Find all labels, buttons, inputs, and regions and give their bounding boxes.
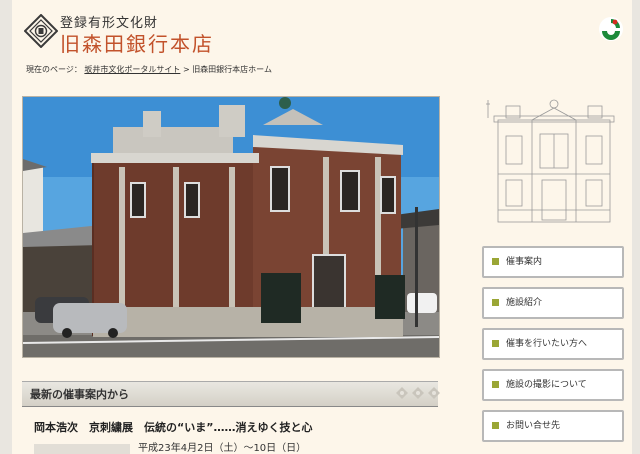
nav-item-label: 催事を行いたい方へ <box>506 339 588 349</box>
nav-item-contact[interactable]: お問い合せ先 <box>482 410 624 442</box>
building-sketch <box>486 99 615 223</box>
breadcrumb-separator: > <box>182 65 190 74</box>
event-thumbnail[interactable] <box>34 444 130 454</box>
logo-diamond-icon[interactable] <box>24 14 58 48</box>
nav-item-label: 催事案内 <box>506 257 543 267</box>
section-title: 最新の催事案内から <box>30 388 129 401</box>
nav-bullet-icon <box>492 258 499 265</box>
event-date: 平成23年4月2日（土）〜10日（日） <box>138 443 307 454</box>
nav-bullet-icon <box>492 299 499 306</box>
header: 登録有形文化財 旧森田銀行本店 <box>12 0 632 60</box>
nav-item-facility[interactable]: 施設紹介 <box>482 287 624 319</box>
nav-item-label: 施設の撮影について <box>506 380 587 390</box>
diamond-ornament-icon <box>412 387 424 399</box>
event-title[interactable]: 岡本浩次 京刺繍展 伝統の“いま”……消えゆく技と心 <box>34 419 312 435</box>
diamond-ornament-icon <box>428 387 440 399</box>
diamond-ornament-icon <box>396 387 408 399</box>
nav-item-host-event[interactable]: 催事を行いたい方へ <box>482 328 624 360</box>
side-navigation: 催事案内 施設紹介 催事を行いたい方へ 施設の撮影について お問い合せ先 <box>482 246 624 451</box>
nav-item-photography[interactable]: 施設の撮影について <box>482 369 624 401</box>
breadcrumb-portal-link[interactable]: 坂井市文化ポータルサイト <box>84 65 180 74</box>
city-emblem-icon[interactable] <box>598 16 624 42</box>
nav-item-label: お問い合せ先 <box>506 421 561 431</box>
nav-bullet-icon <box>492 340 499 347</box>
nav-item-label: 施設紹介 <box>506 298 543 308</box>
breadcrumb: 現在のページ： 坂井市文化ポータルサイト > 旧森田銀行本店ホーム <box>26 64 272 75</box>
section-header: 最新の催事案内から <box>22 381 440 407</box>
nav-item-events[interactable]: 催事案内 <box>482 246 624 278</box>
nav-bullet-icon <box>492 381 499 388</box>
building-photo <box>22 96 440 358</box>
breadcrumb-current-label: 現在のページ： <box>26 65 82 74</box>
nav-bullet-icon <box>492 422 499 429</box>
site-title[interactable]: 旧森田銀行本店 <box>60 28 214 57</box>
breadcrumb-home: 旧森田銀行本店ホーム <box>192 65 272 74</box>
page: 登録有形文化財 旧森田銀行本店 現在のページ： 坂井市文化ポータルサイト > 旧… <box>12 0 632 454</box>
